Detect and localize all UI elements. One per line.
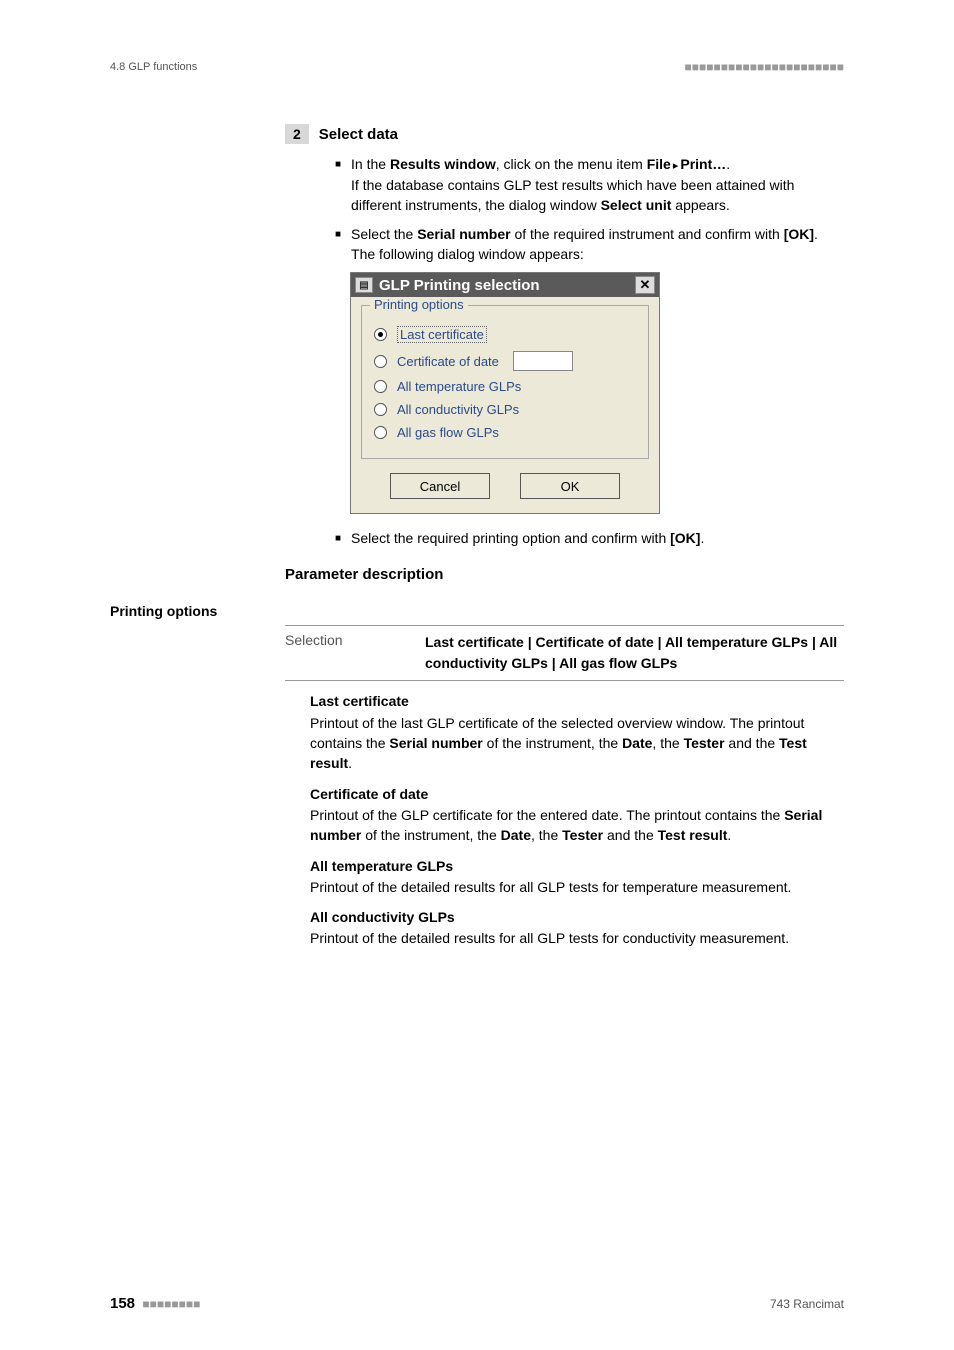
footer-dashes: ■■■■■■■■	[142, 1297, 200, 1311]
page-number: 158	[110, 1295, 135, 1312]
desc-certificate-of-date-title: Certificate of date	[310, 784, 844, 804]
step-number: 2	[285, 124, 309, 144]
cancel-button[interactable]: Cancel	[390, 473, 490, 499]
bullet-2: Select the Serial number of the required…	[351, 224, 844, 265]
radio-all-temperature[interactable]: All temperature GLPs	[374, 379, 636, 394]
desc-last-certificate-title: Last certificate	[310, 691, 844, 711]
header-dashes: ■■■■■■■■■■■■■■■■■■■■■■	[685, 60, 844, 74]
radio-all-gas-flow[interactable]: All gas flow GLPs	[374, 425, 636, 440]
desc-certificate-of-date: Printout of the GLP certificate for the …	[310, 805, 844, 846]
radio-icon	[374, 403, 387, 416]
radio-label: All gas flow GLPs	[397, 425, 499, 440]
radio-icon	[374, 426, 387, 439]
group-label: Printing options	[370, 297, 468, 312]
bullet-icon: ■	[335, 224, 341, 265]
desc-all-conductivity: Printout of the detailed results for all…	[310, 928, 844, 948]
radio-label: Certificate of date	[397, 354, 499, 369]
date-input[interactable]	[513, 351, 573, 371]
ok-button[interactable]: OK	[520, 473, 620, 499]
desc-last-certificate: Printout of the last GLP certificate of …	[310, 713, 844, 774]
radio-certificate-of-date[interactable]: Certificate of date	[374, 351, 636, 371]
selection-value: Last certificate | Certificate of date |…	[425, 632, 844, 674]
dialog-title-text: GLP Printing selection	[379, 277, 540, 294]
selection-label: Selection	[285, 632, 425, 674]
bullet-3: Select the required printing option and …	[351, 528, 844, 548]
selection-row: Selection Last certificate | Certificate…	[285, 625, 844, 681]
desc-all-temperature-title: All temperature GLPs	[310, 856, 844, 876]
radio-label: Last certificate	[397, 326, 487, 343]
printing-options-group: Printing options Last certificate Certif…	[361, 305, 649, 459]
close-icon[interactable]: ✕	[635, 276, 655, 294]
radio-label: All temperature GLPs	[397, 379, 521, 394]
radio-label: All conductivity GLPs	[397, 402, 519, 417]
parameter-description-heading: Parameter description	[285, 566, 844, 583]
bullet-icon: ■	[335, 528, 341, 548]
printing-options-heading: Printing options	[110, 603, 844, 619]
dialog-titlebar: ▤ GLP Printing selection ✕	[351, 273, 659, 297]
desc-all-conductivity-title: All conductivity GLPs	[310, 907, 844, 927]
bullet-1: In the Results window, click on the menu…	[351, 154, 844, 216]
radio-all-conductivity[interactable]: All conductivity GLPs	[374, 402, 636, 417]
bullet-icon: ■	[335, 154, 341, 216]
radio-icon	[374, 355, 387, 368]
app-icon: ▤	[355, 277, 373, 293]
radio-icon	[374, 380, 387, 393]
section-label: 4.8 GLP functions	[110, 61, 197, 73]
product-name: 743 Rancimat	[770, 1297, 844, 1311]
glp-printing-dialog: ▤ GLP Printing selection ✕ Printing opti…	[350, 272, 660, 514]
radio-last-certificate[interactable]: Last certificate	[374, 326, 636, 343]
page-number-block: 158 ■■■■■■■■	[110, 1295, 200, 1312]
desc-all-temperature: Printout of the detailed results for all…	[310, 877, 844, 897]
radio-icon	[374, 328, 387, 341]
step-title: Select data	[319, 124, 398, 143]
